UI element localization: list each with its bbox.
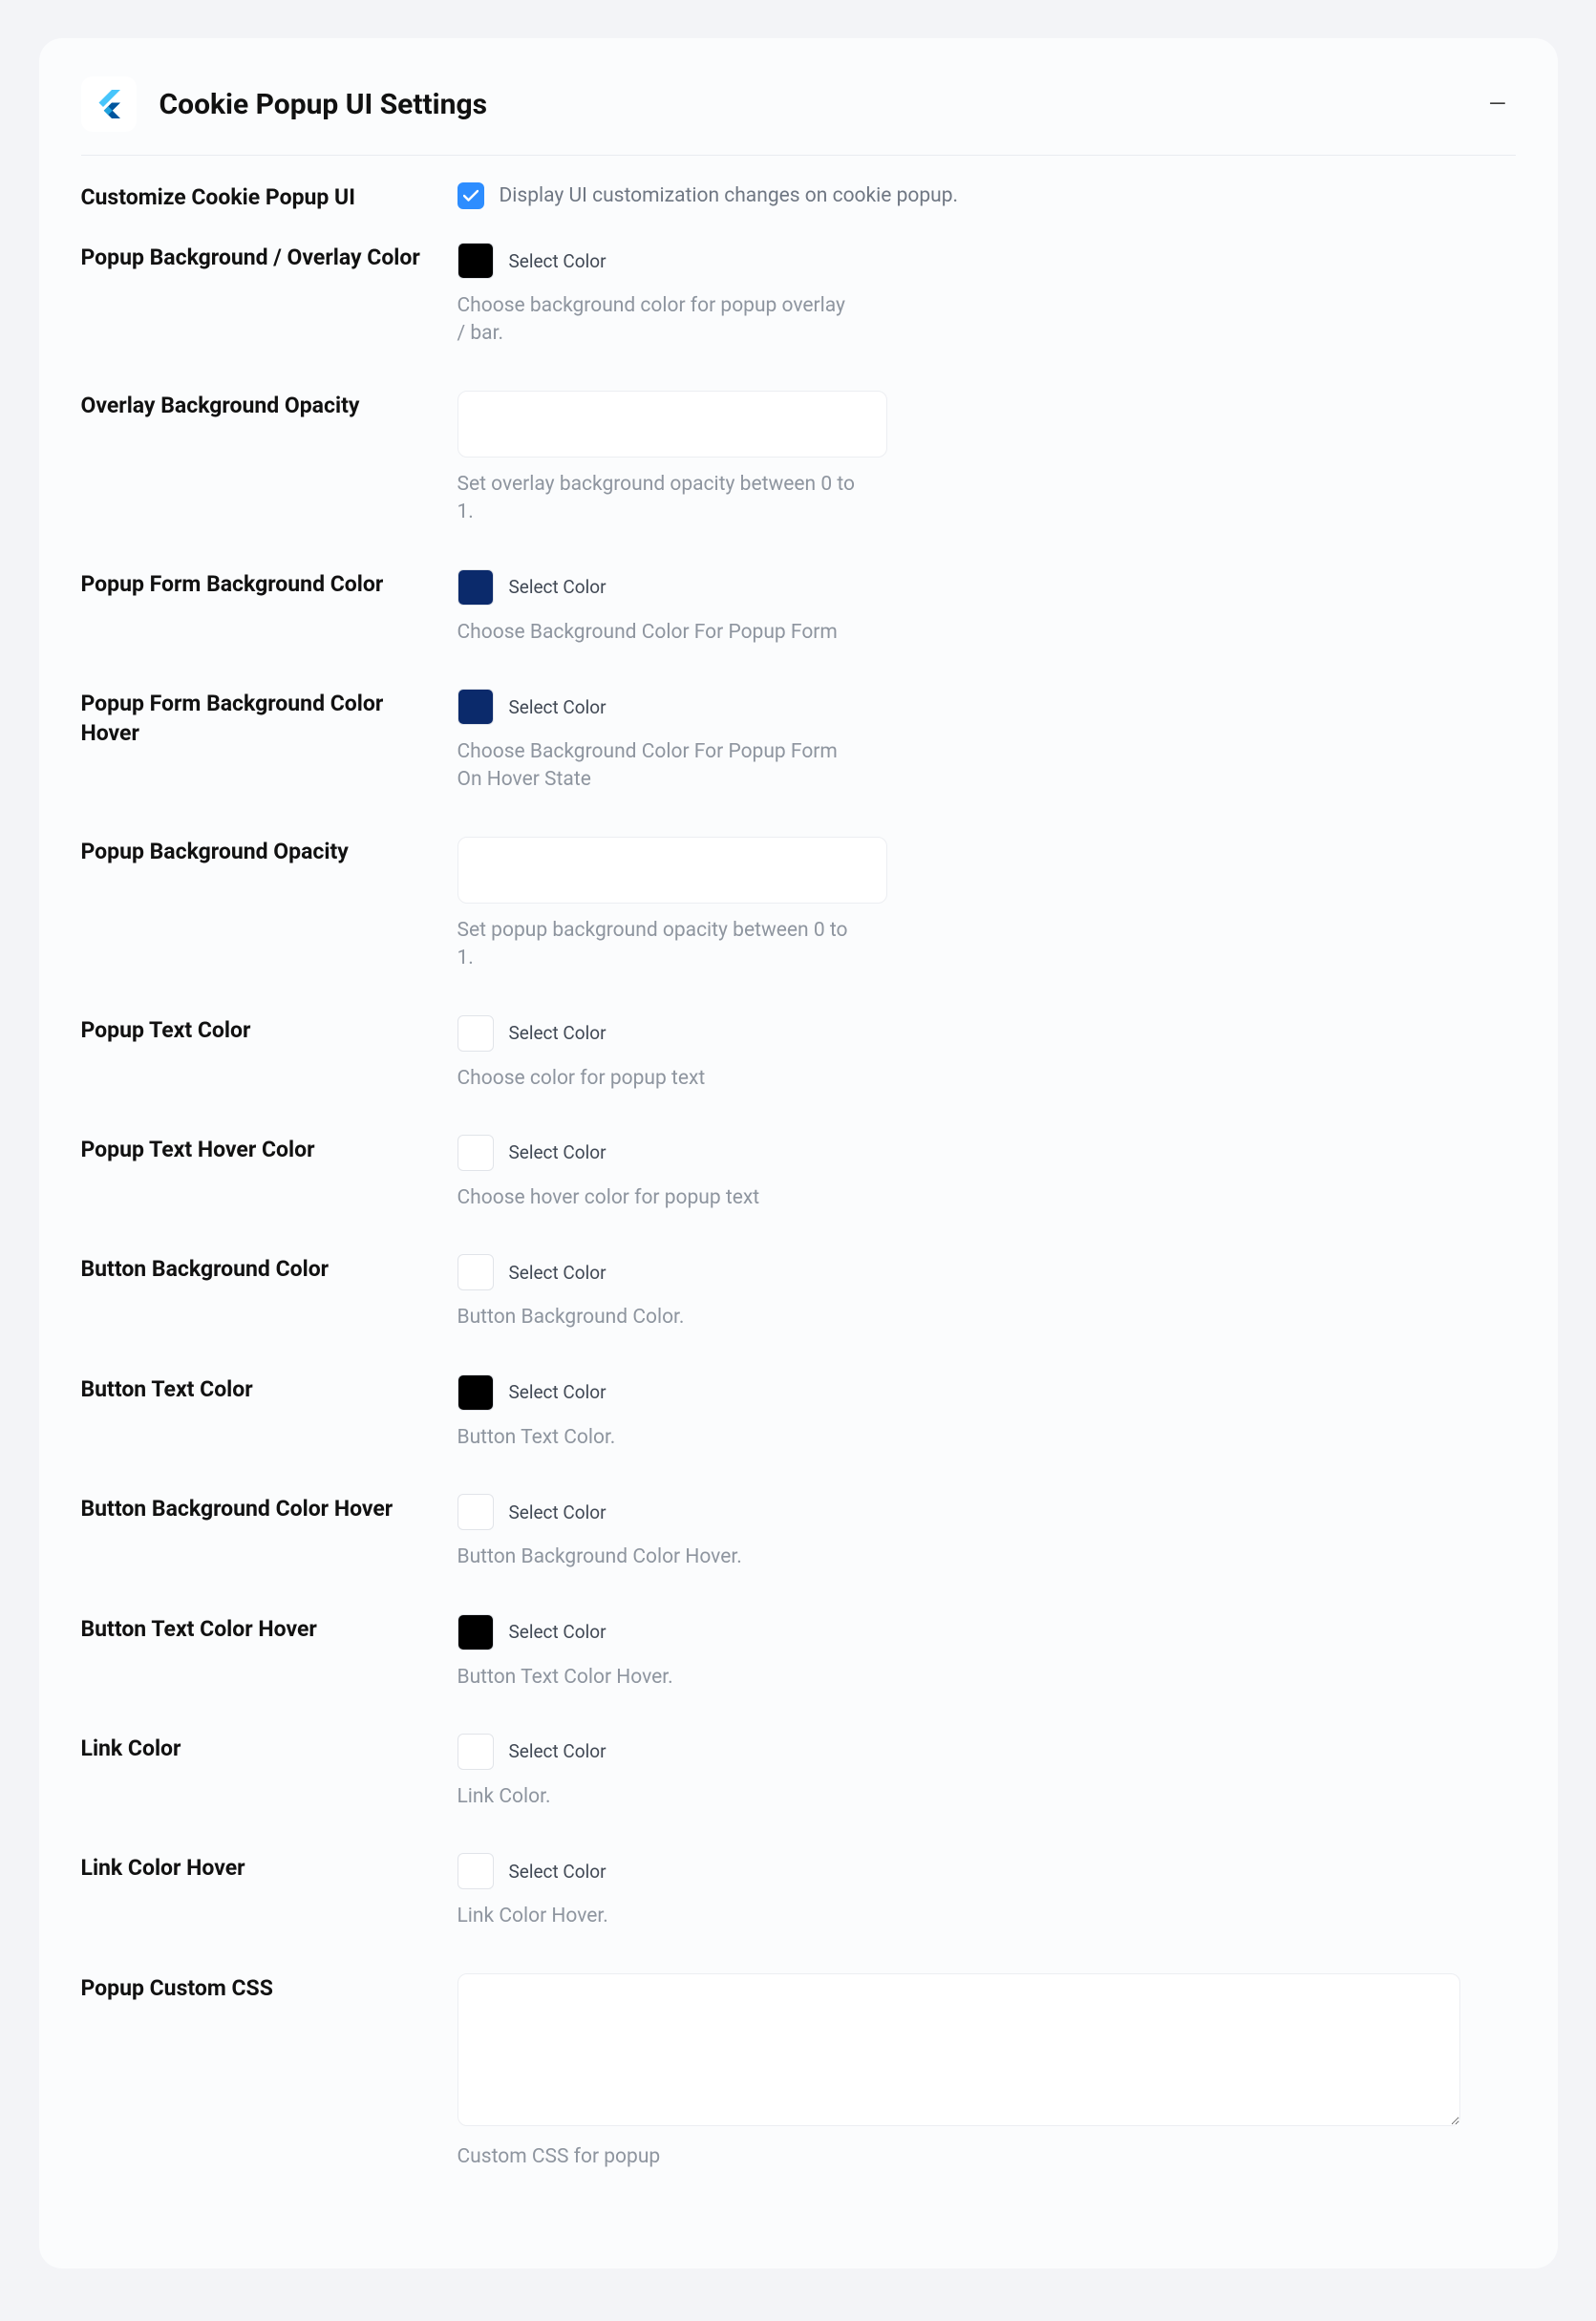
select-color-btn-text-hover[interactable]: Select Color: [509, 1621, 606, 1643]
swatch-btn-bg-hover[interactable]: [458, 1494, 494, 1530]
row-custom-css: Popup Custom CSS Custom CSS for popup: [81, 1952, 1516, 2192]
select-color-form-bg[interactable]: Select Color: [509, 576, 606, 598]
row-customize: Customize Cookie Popup UI Display UI cus…: [81, 156, 1516, 222]
label-text-hover: Popup Text Hover Color: [81, 1135, 458, 1212]
swatch-link-hover[interactable]: [458, 1853, 494, 1889]
row-btn-text: Button Text Color Select Color Button Te…: [81, 1353, 1516, 1473]
row-btn-bg: Button Background Color Select Color But…: [81, 1233, 1516, 1352]
hint-popup-bg: Choose background color for popup overla…: [458, 292, 859, 349]
hint-text-hover: Choose hover color for popup text: [458, 1184, 859, 1212]
swatch-btn-text-hover[interactable]: [458, 1614, 494, 1650]
select-color-link-color[interactable]: Select Color: [509, 1740, 606, 1762]
row-form-bg-hover: Popup Form Background Color Hover Select…: [81, 668, 1516, 816]
hint-text-color: Choose color for popup text: [458, 1065, 859, 1093]
label-link-color: Link Color: [81, 1734, 458, 1811]
swatch-form-bg-hover[interactable]: [458, 689, 494, 725]
collapse-button[interactable]: –: [1480, 89, 1516, 119]
hint-form-bg-hover: Choose Background Color For Popup Form O…: [458, 738, 859, 795]
select-color-text-color[interactable]: Select Color: [509, 1022, 606, 1044]
label-popup-bg: Popup Background / Overlay Color: [81, 243, 458, 349]
hint-popup-opacity: Set popup background opacity between 0 t…: [458, 917, 859, 973]
swatch-btn-text[interactable]: [458, 1374, 494, 1411]
select-color-text-hover[interactable]: Select Color: [509, 1141, 606, 1163]
row-popup-bg: Popup Background / Overlay Color Select …: [81, 222, 1516, 370]
row-link-color: Link Color Select Color Link Color.: [81, 1713, 1516, 1832]
hint-link-color: Link Color.: [458, 1783, 859, 1811]
label-customize: Customize Cookie Popup UI: [81, 182, 458, 212]
label-form-bg: Popup Form Background Color: [81, 569, 458, 647]
label-text-color: Popup Text Color: [81, 1015, 458, 1093]
swatch-popup-bg[interactable]: [458, 243, 494, 279]
select-color-popup-bg[interactable]: Select Color: [509, 250, 606, 272]
swatch-form-bg[interactable]: [458, 569, 494, 606]
label-overlay-opacity: Overlay Background Opacity: [81, 391, 458, 527]
hint-link-hover: Link Color Hover.: [458, 1903, 859, 1930]
swatch-btn-bg[interactable]: [458, 1254, 494, 1290]
row-btn-text-hover: Button Text Color Hover Select Color But…: [81, 1593, 1516, 1713]
hint-custom-css: Custom CSS for popup: [458, 2143, 859, 2171]
row-link-hover: Link Color Hover Select Color Link Color…: [81, 1832, 1516, 1951]
swatch-link-color[interactable]: [458, 1734, 494, 1770]
label-popup-opacity: Popup Background Opacity: [81, 837, 458, 973]
hint-btn-text-hover: Button Text Color Hover.: [458, 1664, 859, 1692]
swatch-text-hover[interactable]: [458, 1135, 494, 1171]
flutter-like-icon: [92, 87, 126, 121]
label-btn-bg: Button Background Color: [81, 1254, 458, 1331]
settings-panel: Cookie Popup UI Settings – Customize Coo…: [39, 38, 1558, 2268]
textarea-custom-css[interactable]: [458, 1973, 1460, 2126]
label-custom-css: Popup Custom CSS: [81, 1973, 458, 2171]
row-form-bg: Popup Form Background Color Select Color…: [81, 548, 1516, 668]
label-btn-text: Button Text Color: [81, 1374, 458, 1452]
select-color-btn-text[interactable]: Select Color: [509, 1381, 606, 1403]
app-logo: [81, 76, 137, 132]
panel-title: Cookie Popup UI Settings: [160, 88, 488, 121]
row-btn-bg-hover: Button Background Color Hover Select Col…: [81, 1473, 1516, 1592]
label-btn-text-hover: Button Text Color Hover: [81, 1614, 458, 1692]
check-icon: [463, 189, 479, 202]
customize-checkbox[interactable]: [458, 182, 484, 209]
hint-btn-bg: Button Background Color.: [458, 1304, 859, 1331]
input-overlay-opacity[interactable]: [458, 391, 887, 458]
row-overlay-opacity: Overlay Background Opacity Set overlay b…: [81, 370, 1516, 548]
swatch-text-color[interactable]: [458, 1015, 494, 1052]
select-color-btn-bg-hover[interactable]: Select Color: [509, 1501, 606, 1523]
customize-checkbox-label: Display UI customization changes on cook…: [500, 184, 959, 207]
hint-form-bg: Choose Background Color For Popup Form: [458, 619, 859, 647]
row-text-color: Popup Text Color Select Color Choose col…: [81, 994, 1516, 1114]
input-popup-opacity[interactable]: [458, 837, 887, 904]
row-popup-opacity: Popup Background Opacity Set popup backg…: [81, 816, 1516, 994]
select-color-link-hover[interactable]: Select Color: [509, 1861, 606, 1883]
hint-btn-bg-hover: Button Background Color Hover.: [458, 1544, 859, 1571]
select-color-btn-bg[interactable]: Select Color: [509, 1262, 606, 1284]
label-link-hover: Link Color Hover: [81, 1853, 458, 1930]
hint-btn-text: Button Text Color.: [458, 1424, 859, 1452]
select-color-form-bg-hover[interactable]: Select Color: [509, 696, 606, 718]
row-text-hover: Popup Text Hover Color Select Color Choo…: [81, 1114, 1516, 1233]
label-btn-bg-hover: Button Background Color Hover: [81, 1494, 458, 1571]
label-form-bg-hover: Popup Form Background Color Hover: [81, 689, 458, 795]
hint-overlay-opacity: Set overlay background opacity between 0…: [458, 471, 859, 527]
panel-header: Cookie Popup UI Settings –: [81, 65, 1516, 156]
